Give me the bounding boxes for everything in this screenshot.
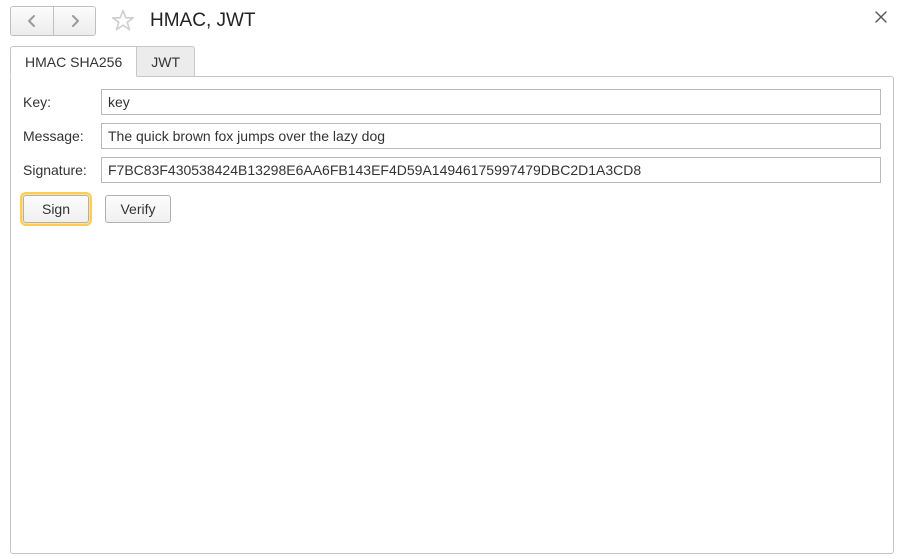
message-input[interactable] — [101, 123, 881, 149]
arrow-left-icon — [24, 13, 40, 29]
tab-container: HMAC SHA256 JWT Key: Message: Signature:… — [0, 46, 904, 554]
row-key: Key: — [23, 89, 881, 115]
arrow-right-icon — [67, 13, 83, 29]
forward-button[interactable] — [53, 7, 95, 35]
signature-input[interactable] — [101, 157, 881, 183]
star-icon — [110, 8, 136, 34]
favorite-button[interactable] — [110, 8, 136, 34]
key-input[interactable] — [101, 89, 881, 115]
header: HMAC, JWT — [0, 0, 904, 46]
tab-jwt[interactable]: JWT — [137, 46, 195, 77]
verify-button[interactable]: Verify — [105, 195, 171, 223]
message-label: Message: — [23, 128, 101, 144]
tab-hmac-sha256[interactable]: HMAC SHA256 — [10, 46, 137, 77]
signature-label: Signature: — [23, 162, 101, 178]
close-icon — [875, 11, 887, 23]
page-title: HMAC, JWT — [150, 10, 256, 32]
nav-group — [10, 6, 96, 36]
row-signature: Signature: — [23, 157, 881, 183]
sign-button[interactable]: Sign — [23, 195, 89, 223]
button-row: Sign Verify — [23, 195, 881, 223]
back-button[interactable] — [11, 7, 53, 35]
tab-panel-hmac: Key: Message: Signature: Sign Verify — [10, 76, 894, 554]
tabstrip: HMAC SHA256 JWT — [10, 46, 894, 77]
key-label: Key: — [23, 94, 101, 110]
row-message: Message: — [23, 123, 881, 149]
close-button[interactable] — [872, 8, 890, 26]
